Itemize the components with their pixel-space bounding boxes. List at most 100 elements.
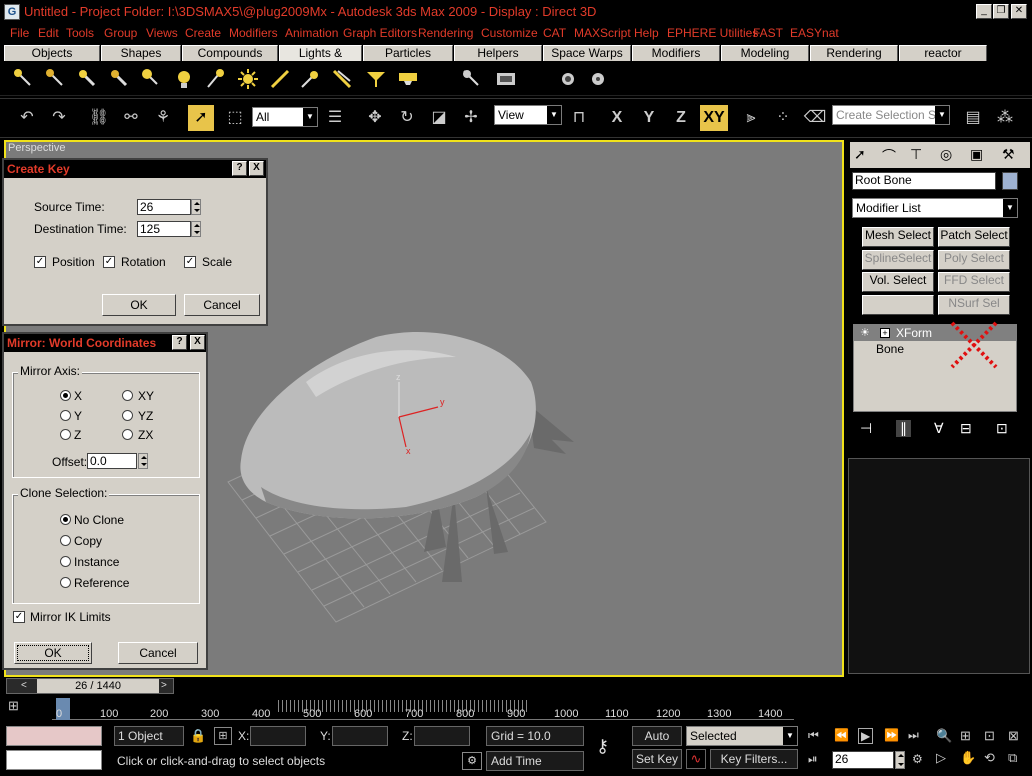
sunlight-icon[interactable] [556, 67, 580, 91]
ok-button[interactable]: OK [102, 294, 176, 316]
light-bulb-icon[interactable] [172, 67, 196, 91]
z-coordinate-field[interactable] [414, 726, 470, 746]
select-by-name-icon[interactable]: ☰ [322, 105, 348, 131]
set-key-button[interactable]: Set Key [632, 749, 682, 769]
menu-views[interactable]: Views [146, 26, 178, 40]
expand-icon[interactable]: + [880, 328, 890, 338]
axis-z-radio[interactable] [60, 429, 71, 440]
empty-modifier-button[interactable] [862, 295, 934, 315]
hierarchy-tab-icon[interactable]: ⊤ [910, 146, 922, 163]
zoom-extents-all-icon[interactable]: ⊠ [1008, 728, 1019, 744]
key-filters-button[interactable]: Key Filters... [710, 749, 798, 769]
axis-y-radio[interactable] [60, 410, 71, 421]
tab-compounds[interactable]: Compounds [182, 45, 278, 61]
scale-checkbox[interactable]: ✓ [184, 256, 196, 268]
menu-help[interactable]: Help [634, 26, 659, 40]
menu-graph-editors[interactable]: Graph Editors [343, 26, 417, 40]
current-frame-spinner[interactable] [895, 751, 905, 769]
menu-ephere-utilities[interactable]: EPHERE Utilities [667, 26, 758, 40]
axis-x-radio[interactable] [60, 390, 71, 401]
free-camera-icon[interactable] [396, 67, 420, 91]
close-button[interactable]: X [190, 335, 205, 350]
app-icon[interactable]: G [4, 4, 20, 20]
modify-tab-icon[interactable]: ⌒ [882, 146, 896, 166]
menu-group[interactable]: Group [104, 26, 137, 40]
daylight-system-icon[interactable] [460, 67, 484, 91]
target-camera-icon[interactable] [364, 67, 388, 91]
next-frame-icon[interactable]: ⏩ [884, 728, 899, 742]
help-button[interactable]: ? [172, 335, 187, 350]
menu-cat[interactable]: CAT [543, 26, 566, 40]
material-editor-icon[interactable]: ⁂ [992, 105, 1018, 131]
display-tab-icon[interactable]: ▣ [970, 146, 983, 163]
axis-yz-radio[interactable] [122, 410, 133, 421]
select-and-link-icon[interactable]: ⛓ [86, 105, 112, 131]
object-color-swatch[interactable] [1002, 172, 1018, 190]
go-to-end-icon[interactable]: ⏭ [908, 728, 919, 743]
rotation-checkbox[interactable]: ✓ [103, 256, 115, 268]
menu-create[interactable]: Create [185, 26, 221, 40]
spline-select-button[interactable]: SplineSelect [862, 250, 934, 270]
go-to-start-icon[interactable]: ⏮ [808, 728, 819, 743]
target-spot-icon[interactable] [12, 67, 36, 91]
poly-select-button[interactable]: Poly Select [938, 250, 1010, 270]
redo-icon[interactable]: ↷ [46, 105, 72, 131]
current-frame-field[interactable]: 26 [832, 751, 894, 769]
tab-objects[interactable]: Objects [4, 45, 100, 61]
field-of-view-icon[interactable]: ▷ [936, 750, 946, 766]
utilities-tab-icon[interactable]: ⚒ [1002, 146, 1015, 163]
restore-button[interactable]: ❐ [993, 4, 1009, 19]
select-object-icon[interactable]: ➚ [188, 105, 214, 131]
omni-light-icon[interactable] [140, 67, 164, 91]
mirror-ik-limits-checkbox[interactable]: ✓ [13, 611, 25, 623]
axis-xy-radio[interactable] [122, 390, 133, 401]
tab-particles[interactable]: Particles [363, 45, 453, 61]
nsurf-sel-button[interactable]: NSurf Sel [938, 295, 1010, 315]
menu-edit[interactable]: Edit [38, 26, 59, 40]
ok-button[interactable]: OK [14, 642, 92, 664]
free-direct-icon[interactable] [108, 67, 132, 91]
eraser-icon[interactable]: ⌫ [802, 105, 828, 131]
axis-zx-radio[interactable] [122, 429, 133, 440]
bind-to-space-warp-icon[interactable]: ⚘ [150, 105, 176, 131]
key-icon[interactable]: ⚷ [596, 736, 609, 757]
source-time-input[interactable]: 26 [137, 199, 191, 215]
selection-filter-dropdown[interactable]: All ▼ [252, 107, 318, 127]
y-coordinate-field[interactable] [332, 726, 388, 746]
restrict-xy-button[interactable]: XY [700, 105, 728, 131]
cancel-button[interactable]: Cancel [118, 642, 198, 664]
help-button[interactable]: ? [232, 161, 247, 176]
modifier-list-dropdown[interactable]: Modifier List ▼ [852, 198, 1018, 218]
tab-shapes[interactable]: Shapes [101, 45, 181, 61]
mesh-select-button[interactable]: Mesh Select [862, 227, 934, 247]
track-bar-icon[interactable]: ⊞ [8, 698, 36, 718]
viewport-label[interactable]: Perspective [8, 142, 65, 154]
area-light-icon[interactable] [268, 67, 292, 91]
array-icon[interactable]: ⁘ [770, 105, 796, 131]
key-mode-toggle-icon[interactable]: ⏯ [808, 752, 818, 767]
curve-icon[interactable]: ∿ [686, 749, 706, 769]
next-frame-icon[interactable]: > [161, 679, 173, 693]
tab-modifiers[interactable]: Modifiers [632, 45, 720, 61]
ffd-select-button[interactable]: FFD Select [938, 272, 1010, 292]
instance-radio[interactable] [60, 556, 71, 567]
layer-manager-icon[interactable]: ▤ [960, 105, 986, 131]
offset-spinner[interactable] [138, 453, 148, 469]
pan-icon[interactable]: ✋ [960, 750, 976, 766]
photometric-light-icon[interactable] [586, 67, 610, 91]
vol-select-button[interactable]: Vol. Select [862, 272, 934, 292]
motion-tab-icon[interactable]: ◎ [940, 146, 952, 163]
x-coordinate-field[interactable] [250, 726, 306, 746]
menu-rendering[interactable]: Rendering [418, 26, 473, 40]
tab-helpers[interactable]: Helpers [454, 45, 542, 61]
object-name-field[interactable]: Root Bone [852, 172, 996, 190]
time-configuration-icon[interactable]: ⚙ [912, 752, 923, 766]
menu-file[interactable]: File [10, 26, 29, 40]
maxscript-output[interactable] [6, 750, 102, 770]
orbit-icon[interactable]: ⟲ [984, 750, 995, 766]
tab-space-warps[interactable]: Space Warps [543, 45, 631, 61]
tab-modeling[interactable]: Modeling [721, 45, 809, 61]
pin-stack-icon[interactable]: ⊣ [860, 420, 872, 437]
restrict-y-button[interactable]: Y [636, 105, 662, 131]
offset-input[interactable]: 0.0 [87, 453, 137, 469]
